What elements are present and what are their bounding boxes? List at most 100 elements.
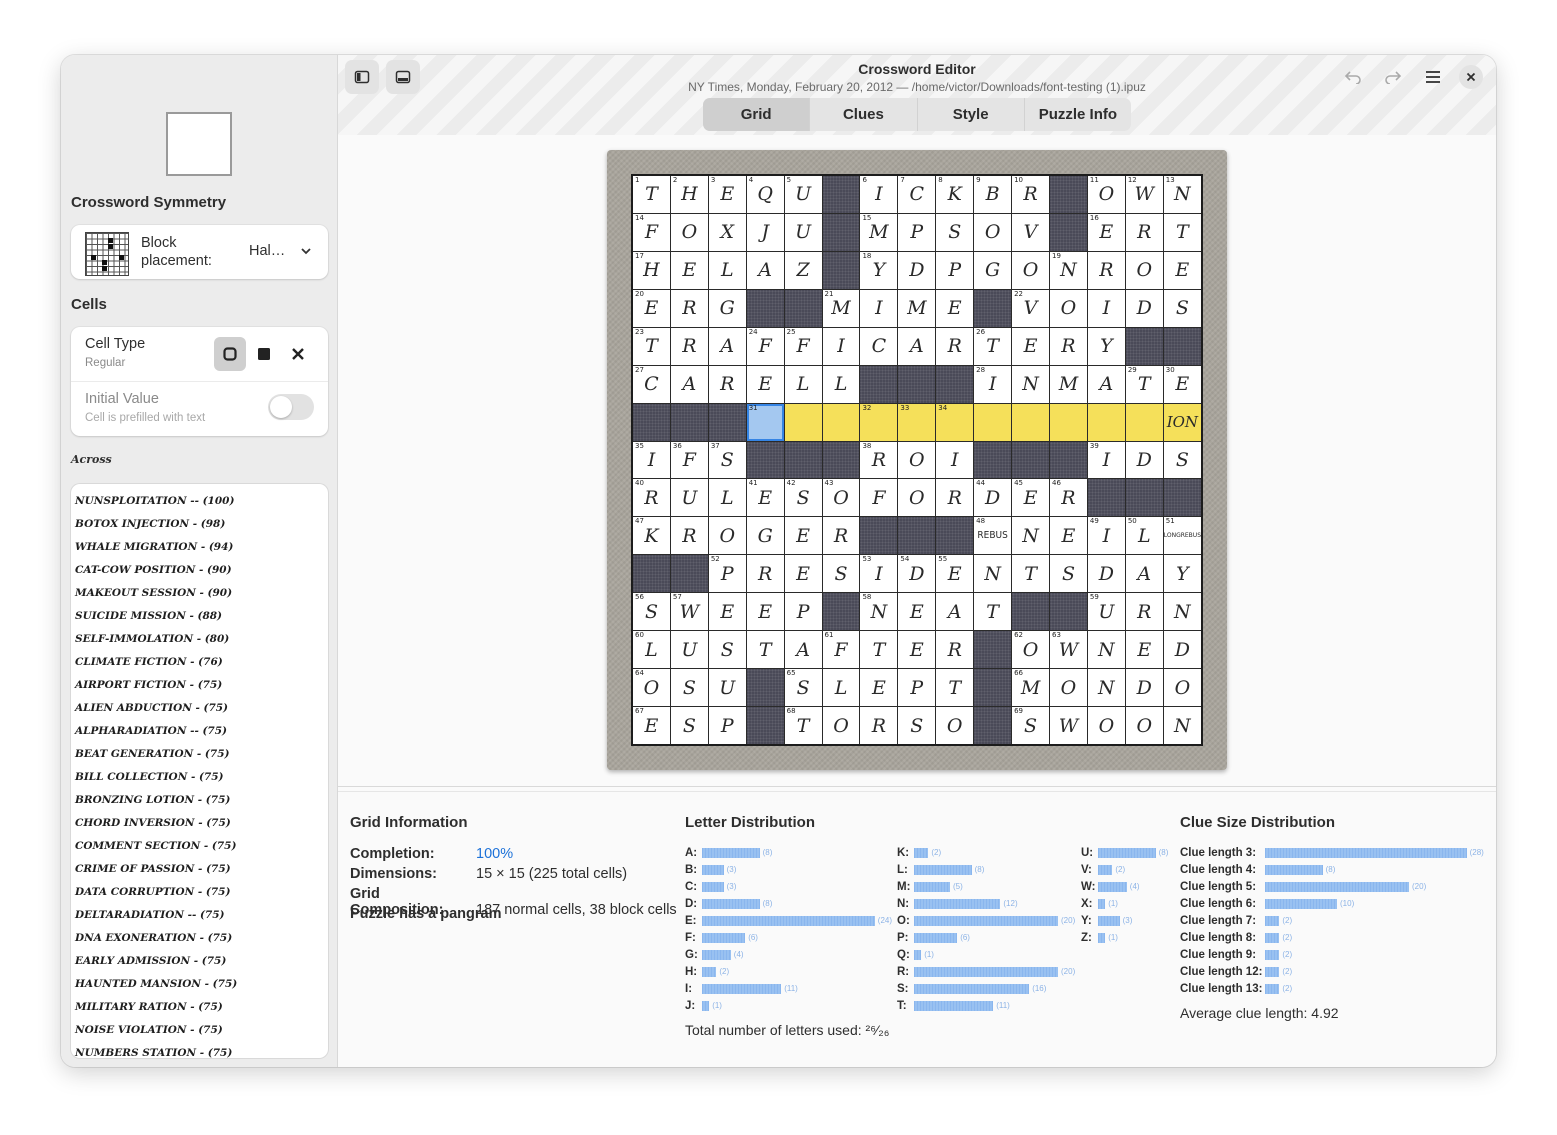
list-item[interactable]: CHORD INVERSION - (75)	[71, 811, 328, 834]
grid-cell[interactable]: P	[898, 213, 936, 251]
list-item[interactable]: NUMBERS STATION - (75)	[71, 1041, 328, 1059]
grid-cell[interactable]: 55 E	[936, 555, 974, 593]
null-cell-icon[interactable]	[282, 337, 314, 371]
grid-cell[interactable]: 36 F	[670, 441, 708, 479]
grid-cell[interactable]: S	[822, 555, 860, 593]
grid-cell[interactable]: 20 E	[633, 289, 670, 327]
grid-cell[interactable]: U	[784, 213, 822, 251]
tab-grid[interactable]: Grid	[703, 98, 811, 131]
grid-cell[interactable]: 61 F	[822, 631, 860, 669]
grid-cell[interactable]: R	[1050, 327, 1087, 365]
grid-cell[interactable]: 29 T	[1125, 365, 1163, 403]
grid-cell[interactable]: ION	[1163, 403, 1201, 441]
grid-cell[interactable]: L	[822, 669, 860, 707]
grid-cell[interactable]: 17 H	[633, 251, 670, 289]
grid-cell[interactable]: 30 E	[1163, 365, 1201, 403]
grid-cell[interactable]: 60 L	[633, 631, 670, 669]
grid-cell[interactable]: 48 REBUS	[974, 517, 1012, 555]
grid-cell[interactable]: 65 S	[784, 669, 822, 707]
close-icon[interactable]	[1459, 65, 1483, 89]
grid-cell[interactable]: 43 O	[822, 479, 860, 517]
grid-cell[interactable]: 15 M	[860, 213, 898, 251]
list-item[interactable]: MILITARY RATION - (75)	[71, 995, 328, 1018]
grid-cell[interactable]: 33	[898, 403, 936, 441]
grid-cell[interactable]: 2H	[670, 176, 708, 213]
grid-cell[interactable]: N	[1012, 365, 1049, 403]
grid-cell[interactable]: N	[1163, 707, 1201, 744]
grid-cell[interactable]: A	[746, 251, 784, 289]
grid-cell[interactable]: L	[822, 365, 860, 403]
block-placement-value[interactable]: Hal…	[249, 243, 285, 259]
grid-cell[interactable]: E	[784, 517, 822, 555]
grid-cell[interactable]: 23 T	[633, 327, 670, 365]
grid-cell[interactable]: 54 D	[898, 555, 936, 593]
grid-cell[interactable]: 66 M	[1012, 669, 1049, 707]
list-item[interactable]: CLIMATE FICTION - (76)	[71, 650, 328, 673]
block-cell[interactable]	[746, 669, 784, 707]
grid-cell[interactable]: 41 E	[746, 479, 784, 517]
grid-cell[interactable]: O	[1087, 707, 1125, 744]
grid-cell[interactable]: S	[670, 669, 708, 707]
grid-cell[interactable]: O	[1163, 669, 1201, 707]
block-cell[interactable]	[936, 517, 974, 555]
block-cell[interactable]	[784, 441, 822, 479]
grid-cell[interactable]: A	[936, 593, 974, 631]
grid-cell[interactable]: E	[784, 555, 822, 593]
block-cell[interactable]	[974, 631, 1012, 669]
grid-cell[interactable]	[1087, 403, 1125, 441]
grid-cell[interactable]: D	[1087, 555, 1125, 593]
list-item[interactable]: BEAT GENERATION - (75)	[71, 742, 328, 765]
list-item[interactable]: HAUNTED MANSION - (75)	[71, 972, 328, 995]
grid-cell[interactable]: E	[936, 289, 974, 327]
grid-cell[interactable]: E	[746, 365, 784, 403]
list-item[interactable]: BRONZING LOTION - (75)	[71, 788, 328, 811]
grid-cell[interactable]: 67 E	[633, 707, 670, 744]
block-cell[interactable]	[860, 517, 898, 555]
list-item[interactable]: SUICIDE MISSION - (88)	[71, 604, 328, 627]
grid-cell[interactable]: 25 F	[784, 327, 822, 365]
grid-cell[interactable]: U	[708, 669, 746, 707]
grid-cell[interactable]: N	[974, 555, 1012, 593]
grid-cell[interactable]: R	[670, 327, 708, 365]
grid-cell[interactable]: 7C	[898, 176, 936, 213]
grid-cell[interactable]: 44 D	[974, 479, 1012, 517]
grid-cell[interactable]: O	[974, 213, 1012, 251]
grid-cell[interactable]: D	[1163, 631, 1201, 669]
grid-cell[interactable]: 16 E	[1087, 213, 1125, 251]
block-cell[interactable]	[746, 707, 784, 744]
grid-cell[interactable]: R	[936, 327, 974, 365]
grid-cell[interactable]: G	[708, 289, 746, 327]
list-item[interactable]: NUNSPLOITATION -- (100)	[71, 489, 328, 512]
grid-cell[interactable]: O	[898, 479, 936, 517]
grid-cell[interactable]: Y	[1087, 327, 1125, 365]
grid-cell[interactable]: E	[860, 669, 898, 707]
grid-cell[interactable]: 69 S	[1012, 707, 1049, 744]
block-cell[interactable]	[898, 517, 936, 555]
grid-cell[interactable]: 5U	[784, 176, 822, 213]
block-cell[interactable]	[974, 441, 1012, 479]
grid-cell[interactable]: S	[708, 631, 746, 669]
grid-cell[interactable]: R	[670, 289, 708, 327]
grid-cell[interactable]: 3E	[708, 176, 746, 213]
block-cell[interactable]	[1163, 479, 1201, 517]
grid-cell[interactable]: O	[708, 517, 746, 555]
grid-cell[interactable]: 68 T	[784, 707, 822, 744]
grid-cell[interactable]: U	[670, 479, 708, 517]
block-cell[interactable]	[1050, 593, 1087, 631]
block-cell[interactable]	[746, 289, 784, 327]
block-cell[interactable]	[822, 441, 860, 479]
grid-cell[interactable]: 18 Y	[860, 251, 898, 289]
grid-cell[interactable]: 51 LONGREBUS	[1163, 517, 1201, 555]
grid-cell[interactable]: A	[670, 365, 708, 403]
block-cell-icon[interactable]	[248, 337, 280, 371]
list-item[interactable]: BILL COLLECTION - (75)	[71, 765, 328, 788]
block-cell[interactable]	[633, 403, 670, 441]
block-cell[interactable]	[1125, 479, 1163, 517]
grid-cell[interactable]: D	[898, 251, 936, 289]
grid-cell[interactable]: T	[1163, 213, 1201, 251]
grid-cell[interactable]: R	[822, 517, 860, 555]
grid-cell[interactable]: 47 K	[633, 517, 670, 555]
grid-cell[interactable]: 38 R	[860, 441, 898, 479]
crossword-grid[interactable]: 1 T 2 H 3 E 4 Q 5 U 6 I 7 C 8 K 9 B 10 R 11 O 12 W 13 N 14 F O X J U 15 M…	[631, 174, 1203, 746]
grid-cell[interactable]: P	[784, 593, 822, 631]
